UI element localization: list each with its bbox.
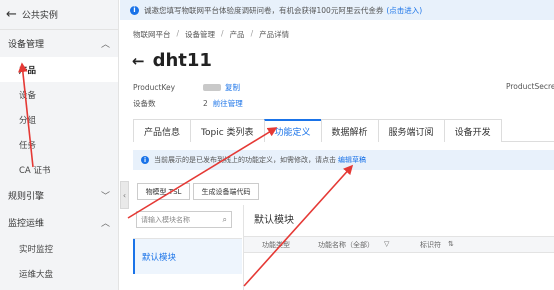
info-icon: i <box>141 156 149 164</box>
sidebar-item-device[interactable]: 设备 <box>0 82 118 107</box>
notice-link[interactable]: (点击进入) <box>386 5 422 16</box>
column-identifier[interactable]: 标识符 <box>420 240 441 250</box>
product-tabs: 产品信息 Topic 类列表 功能定义 数据解析 服务端订阅 设备开发 <box>133 119 554 142</box>
sidebar-item-group[interactable]: 分组 <box>0 107 118 132</box>
module-search-input[interactable]: 请输入模块名称 ⌕ <box>136 211 232 228</box>
info-icon: i <box>130 5 139 15</box>
manage-devices-link[interactable]: 前往管理 <box>213 98 243 109</box>
sidebar-group-label: 监控运维 <box>8 219 45 229</box>
sidebar-back-label: 公共实例 <box>21 11 58 21</box>
breadcrumb-item[interactable]: 产品 <box>230 29 245 40</box>
tab-device-development[interactable]: 设备开发 <box>443 119 502 142</box>
sidebar-item-product[interactable]: 产品 <box>0 57 118 82</box>
notice-text: 诚邀您填写物联网平台体验度调研问卷，有机会获得100元阿里云代金券 <box>144 5 384 15</box>
module-list: 默认模块 <box>133 238 242 290</box>
sidebar-group-monitoring[interactable]: 监控运维 ︿ <box>0 209 118 236</box>
breadcrumb: 物联网平台 / 设备管理 / 产品 / 产品详情 <box>133 29 289 40</box>
chevron-down-icon: ﹀ <box>100 192 110 202</box>
breadcrumb-item[interactable]: 设备管理 <box>185 29 215 40</box>
sidebar-group-label: 规则引擎 <box>8 192 45 202</box>
search-icon[interactable]: ⌕ <box>223 215 227 225</box>
back-arrow-icon[interactable]: ← <box>132 52 145 70</box>
sidebar-group-device-management[interactable]: 设备管理 ︿ <box>0 30 118 57</box>
sidebar-item-task[interactable]: 任务 <box>0 132 118 157</box>
tab-function-definition[interactable]: 功能定义 <box>263 119 322 142</box>
function-table-header: 功能类型 功能名称（全部） ▽ 标识符 ⇅ <box>244 236 554 253</box>
productsecret-label: ProductSecret <box>506 82 554 91</box>
function-info-strip: i 当前展示的是已发布到线上的功能定义，如需修改，请点击 编辑草稿 <box>133 150 554 170</box>
sidebar-item-realtime-monitor[interactable]: 实时监控 <box>0 236 118 261</box>
breadcrumb-separator: / <box>221 29 224 38</box>
device-count-row: 设备数 2 前往管理 <box>133 98 243 109</box>
survey-notice: i 诚邀您填写物联网平台体验度调研问卷，有机会获得100元阿里云代金券 (点击进… <box>120 0 554 20</box>
tab-data-parsing[interactable]: 数据解析 <box>320 119 379 142</box>
chevron-up-icon: ︿ <box>100 219 110 229</box>
device-count-label: 设备数 <box>133 99 156 108</box>
productkey-row: ProductKey 复制 <box>133 82 240 93</box>
productkey-label: ProductKey <box>133 83 176 92</box>
sort-icon[interactable]: ⇅ <box>448 240 454 248</box>
annotation-arrow-edit-draft <box>243 164 354 287</box>
tab-product-info[interactable]: 产品信息 <box>133 119 192 142</box>
filter-icon[interactable]: ▽ <box>384 240 389 248</box>
module-item-default[interactable]: 默认模块 <box>133 239 242 274</box>
productkey-masked-value <box>203 84 221 91</box>
sidebar-group-rule-engine[interactable]: 规则引擎 ﹀ <box>0 182 118 209</box>
sidebar-item-ca-cert[interactable]: CA 证书 <box>0 157 118 182</box>
tab-topic-list[interactable]: Topic 类列表 <box>190 119 265 142</box>
arrow-left-icon: ← <box>6 7 17 22</box>
device-count-value: 2 <box>203 99 208 108</box>
generate-code-button[interactable]: 生成设备端代码 <box>193 183 259 200</box>
column-function-type: 功能类型 <box>262 241 290 249</box>
page-title: dht11 <box>152 50 212 71</box>
module-search-placeholder: 请输入模块名称 <box>141 215 190 224</box>
sidebar-collapse-handle[interactable]: ‹ <box>120 181 129 209</box>
breadcrumb-item[interactable]: 物联网平台 <box>133 29 171 40</box>
breadcrumb-separator: / <box>250 29 254 38</box>
page-header: ← dht11 <box>132 50 212 71</box>
chevron-up-icon: ︿ <box>100 40 110 50</box>
info-strip-text: 当前展示的是已发布到线上的功能定义，如需修改，请点击 <box>154 156 336 164</box>
module-title: 默认模块 <box>254 215 294 226</box>
breadcrumb-item: 产品详情 <box>259 30 290 39</box>
tsl-button[interactable]: 物模型 TSL <box>137 183 190 200</box>
sidebar: ← 公共实例 设备管理 ︿ 产品 设备 分组 任务 CA 证书 规则引擎 ﹀ 监… <box>0 0 119 290</box>
sidebar-group-label: 设备管理 <box>8 40 45 50</box>
breadcrumb-separator: / <box>176 29 180 38</box>
sidebar-item-ops-dashboard[interactable]: 运维大盘 <box>0 261 118 286</box>
back-to-instance[interactable]: ← 公共实例 <box>0 0 118 30</box>
column-function-name[interactable]: 功能名称（全部） <box>318 240 374 250</box>
tab-server-subscription[interactable]: 服务端订阅 <box>377 119 445 142</box>
edit-draft-link[interactable]: 编辑草稿 <box>338 155 366 165</box>
copy-button[interactable]: 复制 <box>225 82 240 93</box>
